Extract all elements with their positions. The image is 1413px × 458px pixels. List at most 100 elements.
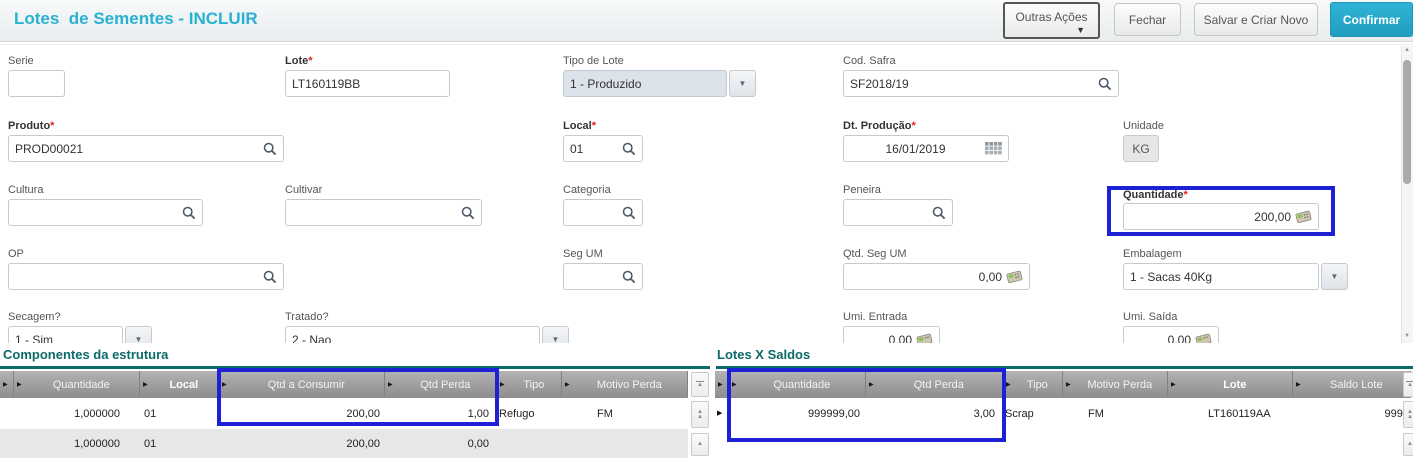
lotes-saldos-scroll-pageup-button[interactable]: ▲ ▲: [1403, 401, 1413, 428]
form-scrollbar-thumb[interactable]: [1403, 60, 1411, 184]
local-field[interactable]: [563, 135, 643, 162]
header-row-marker[interactable]: ▶: [715, 371, 729, 398]
componentes-grid-header: ▶ ▶Quantidade ▶Local ▶Qtd a Consumir ▶Qt…: [0, 371, 688, 398]
local-label: Local*: [563, 120, 596, 132]
op-field[interactable]: [8, 263, 284, 290]
tipo-lote-dropdown-button[interactable]: ▼: [729, 70, 756, 97]
cultura-field[interactable]: [8, 199, 203, 226]
categoria-input[interactable]: [570, 206, 618, 220]
serie-input[interactable]: [15, 77, 58, 91]
cultura-input[interactable]: [15, 206, 178, 220]
header-quantidade[interactable]: ▶Quantidade: [729, 371, 866, 398]
scroll-down-icon[interactable]: ▼: [1403, 333, 1411, 339]
calendar-icon[interactable]: [985, 142, 1002, 155]
produto-input[interactable]: [15, 142, 259, 156]
column-grip-icon: ▶: [500, 381, 505, 388]
peneira-input[interactable]: [850, 206, 928, 220]
salvar-criar-novo-button[interactable]: Salvar e Criar Novo: [1194, 3, 1318, 36]
produto-field[interactable]: [8, 135, 284, 162]
search-icon[interactable]: [932, 206, 946, 220]
chevron-down-icon: ▼: [1076, 25, 1085, 35]
header-local[interactable]: ▶Local: [140, 371, 219, 398]
lote-input[interactable]: [292, 77, 443, 91]
secagem-label: Secagem?: [8, 311, 61, 323]
componentes-title: Componentes da estrutura: [3, 347, 168, 362]
lotes-saldos-grid-header: ▶ ▶Quantidade ▶Qtd Perda ▶Tipo ▶Motivo P…: [715, 371, 1411, 398]
column-grip-icon: ▶: [1066, 381, 1071, 388]
tipo-lote-combo[interactable]: 1 - Produzido: [563, 70, 727, 97]
serie-field[interactable]: [8, 70, 65, 97]
header-quantidade[interactable]: ▶Quantidade: [14, 371, 140, 398]
peneira-field[interactable]: [843, 199, 953, 226]
unidade-label: Unidade: [1123, 120, 1164, 132]
header-tipo[interactable]: ▶Tipo: [1003, 371, 1063, 398]
confirmar-button[interactable]: Confirmar: [1330, 2, 1413, 37]
lote-field[interactable]: [285, 70, 450, 97]
header-motivo-perda[interactable]: ▶Motivo Perda: [1063, 371, 1168, 398]
toolbar-divider: [0, 44, 1413, 45]
qtd-seg-um-input[interactable]: [850, 270, 1002, 284]
column-grip-icon: ▶: [222, 381, 227, 388]
search-icon[interactable]: [1098, 77, 1112, 91]
componentes-scroll-top-button[interactable]: ▲: [691, 372, 709, 397]
header-row-marker[interactable]: ▶: [0, 371, 14, 398]
embalagem-combo[interactable]: 1 - Sacas 40Kg: [1123, 263, 1319, 290]
categoria-field[interactable]: [563, 199, 643, 226]
peneira-label: Peneira: [843, 184, 881, 196]
componentes-row-2[interactable]: 1,000000 01 200,00 0,00: [0, 429, 688, 458]
lotes-saldos-rule: [716, 366, 1413, 369]
qtd-seg-um-field[interactable]: [843, 263, 1030, 290]
search-icon[interactable]: [182, 206, 196, 220]
search-icon[interactable]: [461, 206, 475, 220]
seg-um-input[interactable]: [570, 270, 618, 284]
cultivar-input[interactable]: [292, 206, 457, 220]
header-qtd-perda[interactable]: ▶Qtd Perda: [866, 371, 1003, 398]
column-grip-icon: ▶: [3, 381, 8, 388]
componentes-row-1[interactable]: 1,000000 01 200,00 1,00 Refugo FM: [0, 398, 688, 429]
outras-acoes-button[interactable]: Outras Ações ▼: [1003, 2, 1100, 39]
calculator-icon[interactable]: [1006, 270, 1023, 284]
quantidade-input[interactable]: [1130, 210, 1291, 224]
fechar-button[interactable]: Fechar: [1114, 3, 1181, 36]
column-grip-icon: ▶: [1006, 381, 1011, 388]
quantidade-field[interactable]: [1123, 203, 1319, 230]
header-lote[interactable]: ▶Lote: [1168, 371, 1293, 398]
header-motivo-perda[interactable]: ▶Motivo Perda: [562, 371, 688, 398]
scroll-top-icon: ▲: [697, 383, 703, 388]
local-input[interactable]: [570, 142, 618, 156]
componentes-scroll-up-button[interactable]: ▲: [691, 433, 709, 456]
op-input[interactable]: [15, 270, 259, 284]
dt-producao-label: Dt. Produção*: [843, 120, 916, 132]
outras-acoes-label: Outras Ações: [1015, 10, 1087, 24]
column-grip-icon: ▶: [565, 381, 570, 388]
cod-safra-input[interactable]: [850, 77, 1094, 91]
dt-producao-input[interactable]: [850, 142, 981, 156]
header-qtd-a-consumir[interactable]: ▶Qtd a Consumir: [219, 371, 385, 398]
seg-um-field[interactable]: [563, 263, 643, 290]
header-qtd-perda[interactable]: ▶Qtd Perda: [385, 371, 497, 398]
cultivar-field[interactable]: [285, 199, 482, 226]
header-saldo-lote[interactable]: ▶Saldo Lote: [1293, 371, 1411, 398]
search-icon[interactable]: [622, 142, 636, 156]
lotes-saldos-scroll-top-button[interactable]: ▲: [1403, 372, 1413, 397]
search-icon[interactable]: [263, 142, 277, 156]
search-icon[interactable]: [622, 206, 636, 220]
scroll-up-icon: ▲: [1407, 442, 1413, 447]
componentes-rule: [0, 366, 710, 369]
column-grip-icon: ▶: [143, 381, 148, 388]
embalagem-dropdown-button[interactable]: ▼: [1321, 263, 1348, 290]
scroll-up-icon[interactable]: ▲: [1403, 47, 1411, 53]
lotes-saldos-row-1[interactable]: ▶ 999999,00 3,00 Scrap FM LT160119AA 999…: [715, 398, 1411, 429]
dt-producao-field[interactable]: [843, 135, 1009, 162]
op-label: OP: [8, 248, 24, 260]
header-tipo[interactable]: ▶Tipo: [497, 371, 562, 398]
cod-safra-label: Cod. Safra: [843, 55, 896, 67]
lotes-saldos-scroll-up-button[interactable]: ▲: [1403, 433, 1413, 456]
search-icon[interactable]: [263, 270, 277, 284]
componentes-scroll-pageup-button[interactable]: ▲ ▲: [691, 401, 709, 428]
scroll-double-up-icon: ▲: [1407, 415, 1413, 420]
column-grip-icon: ▶: [732, 381, 737, 388]
search-icon[interactable]: [622, 270, 636, 284]
calculator-icon[interactable]: [1295, 210, 1312, 224]
cod-safra-field[interactable]: [843, 70, 1119, 97]
